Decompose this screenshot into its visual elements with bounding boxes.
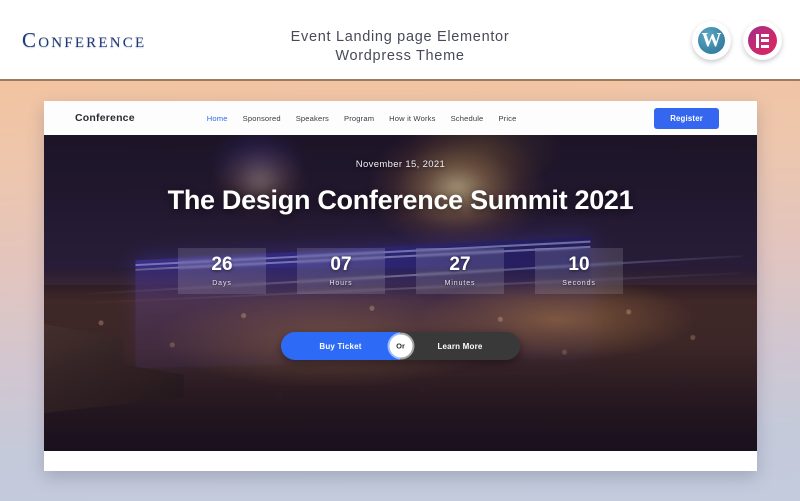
banner-title: Event Landing page Elementor Wordpress T… [0, 28, 800, 66]
nav-item-program[interactable]: Program [344, 114, 374, 123]
countdown-seconds-value: 10 [568, 254, 590, 275]
hero-date: November 15, 2021 [355, 159, 446, 170]
countdown-hours-label: Hours [329, 280, 353, 287]
elementor-bar-tall [756, 33, 759, 48]
banner-title-line-1: Event Landing page Elementor [290, 29, 510, 45]
register-button[interactable]: Register [654, 108, 719, 129]
countdown-timer: 26 Days 07 Hours 27 Minutes 10 Seconds [44, 248, 757, 294]
buy-ticket-button[interactable]: Buy Ticket [281, 332, 400, 360]
countdown-minutes-value: 27 [449, 254, 471, 275]
elementor-bar-small [761, 44, 769, 48]
hero-content: November 15, 2021 The Design Conference … [44, 135, 757, 216]
elementor-icon[interactable] [743, 21, 782, 60]
hero-title: The Design Conference Summit 2021 [167, 185, 634, 215]
hero-section: November 15, 2021 The Design Conference … [44, 135, 757, 451]
elementor-bar-small [761, 39, 769, 42]
banner-icon-group: W [692, 21, 782, 60]
nav-item-how-it-works[interactable]: How it Works [389, 114, 435, 123]
banner-title-line-2: Wordpress Theme [335, 48, 465, 64]
browser-mockup: Conference Home Sponsored Speakers Progr… [44, 101, 757, 471]
nav-item-schedule[interactable]: Schedule [451, 114, 484, 123]
site-navbar: Conference Home Sponsored Speakers Progr… [44, 101, 757, 135]
elementor-bar-stack [761, 33, 769, 48]
wordpress-icon[interactable]: W [692, 21, 731, 60]
countdown-days: 26 Days [178, 248, 266, 294]
page-footer-strip [44, 451, 757, 471]
nav-item-price[interactable]: Price [498, 114, 516, 123]
elementor-bar-small [761, 33, 769, 37]
hero-cta-group: Buy Ticket Learn More Or [44, 332, 757, 360]
countdown-days-label: Days [212, 280, 232, 287]
countdown-hours: 07 Hours [297, 248, 385, 294]
countdown-seconds-label: Seconds [562, 280, 596, 287]
nav-menu: Home Sponsored Speakers Program How it W… [207, 114, 517, 123]
cta-pill: Buy Ticket Learn More Or [281, 332, 520, 360]
nav-brand: Conference [75, 112, 135, 124]
countdown-hours-value: 07 [330, 254, 352, 275]
wordpress-icon-glyph: W [697, 26, 726, 55]
elementor-icon-glyph [748, 26, 777, 55]
learn-more-button[interactable]: Learn More [400, 332, 520, 360]
countdown-days-value: 26 [211, 254, 233, 275]
countdown-minutes-label: Minutes [444, 280, 476, 287]
nav-item-speakers[interactable]: Speakers [296, 114, 329, 123]
countdown-seconds: 10 Seconds [535, 248, 623, 294]
cta-or-badge: Or [389, 334, 412, 358]
nav-item-home[interactable]: Home [207, 114, 228, 123]
promo-banner: Conference Event Landing page Elementor … [0, 0, 800, 81]
preview-stage: Conference Home Sponsored Speakers Progr… [0, 81, 800, 501]
nav-item-sponsored[interactable]: Sponsored [243, 114, 281, 123]
countdown-minutes: 27 Minutes [416, 248, 504, 294]
